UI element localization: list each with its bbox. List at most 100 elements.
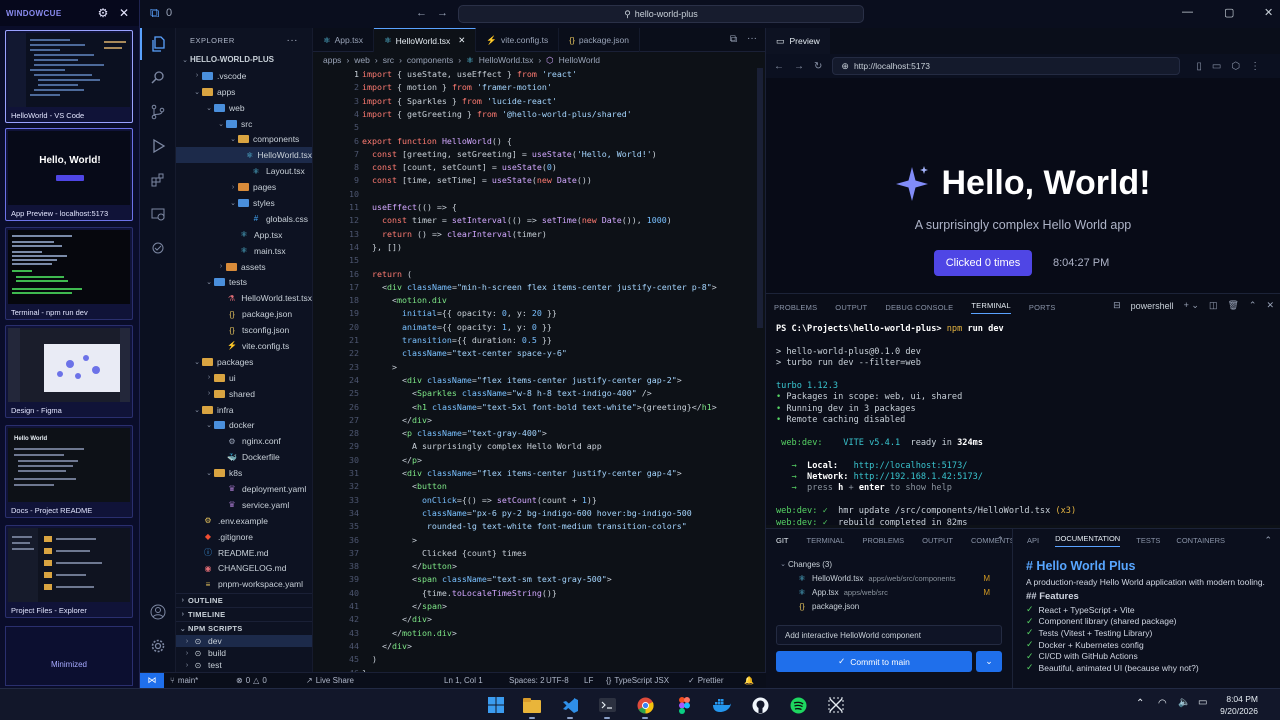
file-row[interactable]: ⓘ README.md: [176, 545, 312, 561]
reload-icon[interactable]: ↻: [814, 61, 822, 72]
changed-file-row[interactable]: ⚛ App.tsx apps/web/src M: [778, 585, 1004, 599]
snip-tool-icon[interactable]: [826, 695, 846, 715]
folder-row[interactable]: ⌄ styles: [176, 195, 312, 211]
file-row[interactable]: {} package.json: [176, 306, 312, 322]
remote-explorer-icon[interactable]: [140, 198, 176, 230]
docs-tab[interactable]: TESTS: [1136, 536, 1160, 545]
docs-tab[interactable]: CONTAINERS: [1176, 536, 1225, 545]
command-center-search[interactable]: ⚲ hello-world-plus: [458, 5, 864, 23]
window-card-preview[interactable]: Hello, World! App Preview - localhost:51…: [5, 128, 133, 221]
forward-arrow-icon[interactable]: →: [437, 7, 448, 19]
back-arrow-icon[interactable]: ←: [416, 7, 427, 19]
terminal-app-icon[interactable]: [597, 695, 617, 719]
line-ending[interactable]: LF: [584, 676, 593, 685]
git-panel-tab[interactable]: GIT: [776, 536, 789, 545]
file-row[interactable]: {} tsconfig.json: [176, 322, 312, 338]
file-row[interactable]: 🐳 Dockerfile: [176, 449, 312, 465]
github-icon[interactable]: [750, 695, 770, 715]
forward-arrow-icon[interactable]: →: [794, 61, 804, 72]
changed-file-row[interactable]: {} package.json: [778, 599, 1004, 613]
add-terminal-icon[interactable]: + ⌄: [1184, 300, 1199, 311]
chevron-up-icon[interactable]: ⌃: [1136, 698, 1144, 709]
folder-row[interactable]: ⌄ components: [176, 131, 312, 147]
npm-script-item[interactable]: › ⊙ dev: [176, 635, 312, 647]
git-panel-tab[interactable]: PROBLEMS: [862, 536, 904, 545]
terminal-tab[interactable]: PORTS: [1029, 303, 1056, 312]
spotify-icon[interactable]: [788, 695, 808, 715]
open-changes-icon[interactable]: ⧉: [730, 34, 737, 45]
file-row[interactable]: # globals.css: [176, 211, 312, 227]
git-panel-tab[interactable]: OUTPUT: [922, 536, 953, 545]
breadcrumb-item[interactable]: src: [383, 55, 394, 65]
close-icon[interactable]: ✕: [115, 4, 133, 22]
terminal-tab[interactable]: OUTPUT: [835, 303, 867, 312]
extensions-icon[interactable]: [140, 164, 176, 196]
run-debug-icon[interactable]: [140, 130, 176, 162]
language-mode[interactable]: {} TypeScript JSX: [606, 676, 669, 685]
cursor-position[interactable]: Ln 1, Col 1: [444, 676, 483, 685]
close-window-icon[interactable]: ✕: [1264, 6, 1273, 19]
file-row[interactable]: ◆ .gitignore: [176, 529, 312, 545]
more-actions-icon[interactable]: ⋮: [1250, 61, 1260, 72]
file-row[interactable]: ⚙ .env.example: [176, 513, 312, 529]
settings-icon[interactable]: ⚙: [94, 4, 112, 22]
file-row[interactable]: ⚡ vite.config.ts: [176, 338, 312, 354]
editor-tab[interactable]: ⚛ App.tsx: [313, 28, 374, 52]
window-card-vscode[interactable]: HelloWorld - VS Code: [5, 30, 133, 123]
docs-tab[interactable]: API: [1027, 536, 1039, 545]
battery-icon[interactable]: ▭: [1198, 697, 1207, 708]
file-row[interactable]: ⚛ App.tsx: [176, 227, 312, 243]
trash-icon[interactable]: 🗑: [1227, 300, 1238, 311]
minimize-icon[interactable]: —: [1182, 6, 1193, 18]
folder-row[interactable]: › pages: [176, 179, 312, 195]
docs-tab[interactable]: DOCUMENTATION: [1055, 534, 1121, 547]
url-input[interactable]: ⊕ http://localhost:5173: [832, 57, 1181, 75]
breadcrumb-item[interactable]: HelloWorld: [559, 55, 600, 65]
folder-row[interactable]: ⌄ k8s: [176, 465, 312, 481]
breadcrumb-item[interactable]: HelloWorld.tsx: [479, 55, 534, 65]
shell-label[interactable]: powershell: [1131, 301, 1174, 311]
timeline-section[interactable]: › TIMELINE: [176, 607, 312, 621]
close-icon[interactable]: ✕: [1266, 300, 1274, 311]
file-explorer-icon[interactable]: [522, 695, 542, 719]
volume-icon[interactable]: 🔈: [1178, 697, 1190, 708]
terminal-tab[interactable]: TERMINAL: [971, 301, 1011, 314]
npm-script-item[interactable]: › ⊙ test: [176, 659, 312, 671]
file-row[interactable]: ≡ pnpm-workspace.yaml: [176, 576, 312, 592]
folder-row[interactable]: ⌄ apps: [176, 84, 312, 100]
maximize-icon[interactable]: ▢: [1224, 6, 1234, 19]
editor-tab[interactable]: ⚡ vite.config.ts: [476, 28, 560, 52]
branch-indicator[interactable]: ⑂ main*: [170, 676, 198, 685]
terminal-tab[interactable]: DEBUG CONSOLE: [885, 303, 953, 312]
search-icon[interactable]: [140, 62, 176, 94]
commit-button[interactable]: ✓ Commit to main: [776, 651, 972, 672]
window-card-terminal[interactable]: Terminal - npm run dev: [5, 227, 133, 320]
system-clock[interactable]: 8:04 PM 9/20/2026: [1220, 693, 1258, 717]
encoding[interactable]: UTF-8: [546, 676, 569, 685]
folder-row[interactable]: › assets: [176, 259, 312, 275]
back-arrow-icon[interactable]: ←: [774, 61, 784, 72]
file-row[interactable]: ♛ deployment.yaml: [176, 481, 312, 497]
commit-dropdown-button[interactable]: ⌄: [976, 651, 1002, 672]
device-icon[interactable]: ▯: [1196, 61, 1202, 72]
file-row[interactable]: ⚛ main.tsx: [176, 243, 312, 259]
terminal-tab[interactable]: PROBLEMS: [774, 303, 817, 312]
file-row[interactable]: ⚗ HelloWorld.test.tsx: [176, 290, 312, 306]
folder-row[interactable]: ⌄ tests: [176, 274, 312, 290]
folder-row[interactable]: ⌄ web: [176, 100, 312, 116]
figma-icon[interactable]: [674, 695, 694, 715]
editor-tab[interactable]: {} package.json: [559, 28, 640, 52]
inspect-icon[interactable]: ⬡: [1231, 61, 1240, 72]
folder-row[interactable]: ⌄ src: [176, 116, 312, 132]
testing-icon[interactable]: [140, 232, 176, 264]
folder-row[interactable]: › shared: [176, 386, 312, 402]
outline-section[interactable]: › OUTLINE: [176, 593, 312, 607]
source-control-icon[interactable]: [140, 96, 176, 128]
file-row[interactable]: ⚛ Layout.tsx: [176, 163, 312, 179]
folder-row[interactable]: › ui: [176, 370, 312, 386]
more-actions-icon[interactable]: ···: [747, 33, 757, 44]
docker-icon[interactable]: [712, 695, 732, 715]
changed-file-row[interactable]: ⚛ HelloWorld.tsx apps/web/src/components M: [778, 571, 1004, 585]
file-row[interactable]: ⚛ HelloWorld.tsx: [176, 147, 312, 164]
window-card-explorer[interactable]: Project Files - Explorer: [5, 525, 133, 618]
